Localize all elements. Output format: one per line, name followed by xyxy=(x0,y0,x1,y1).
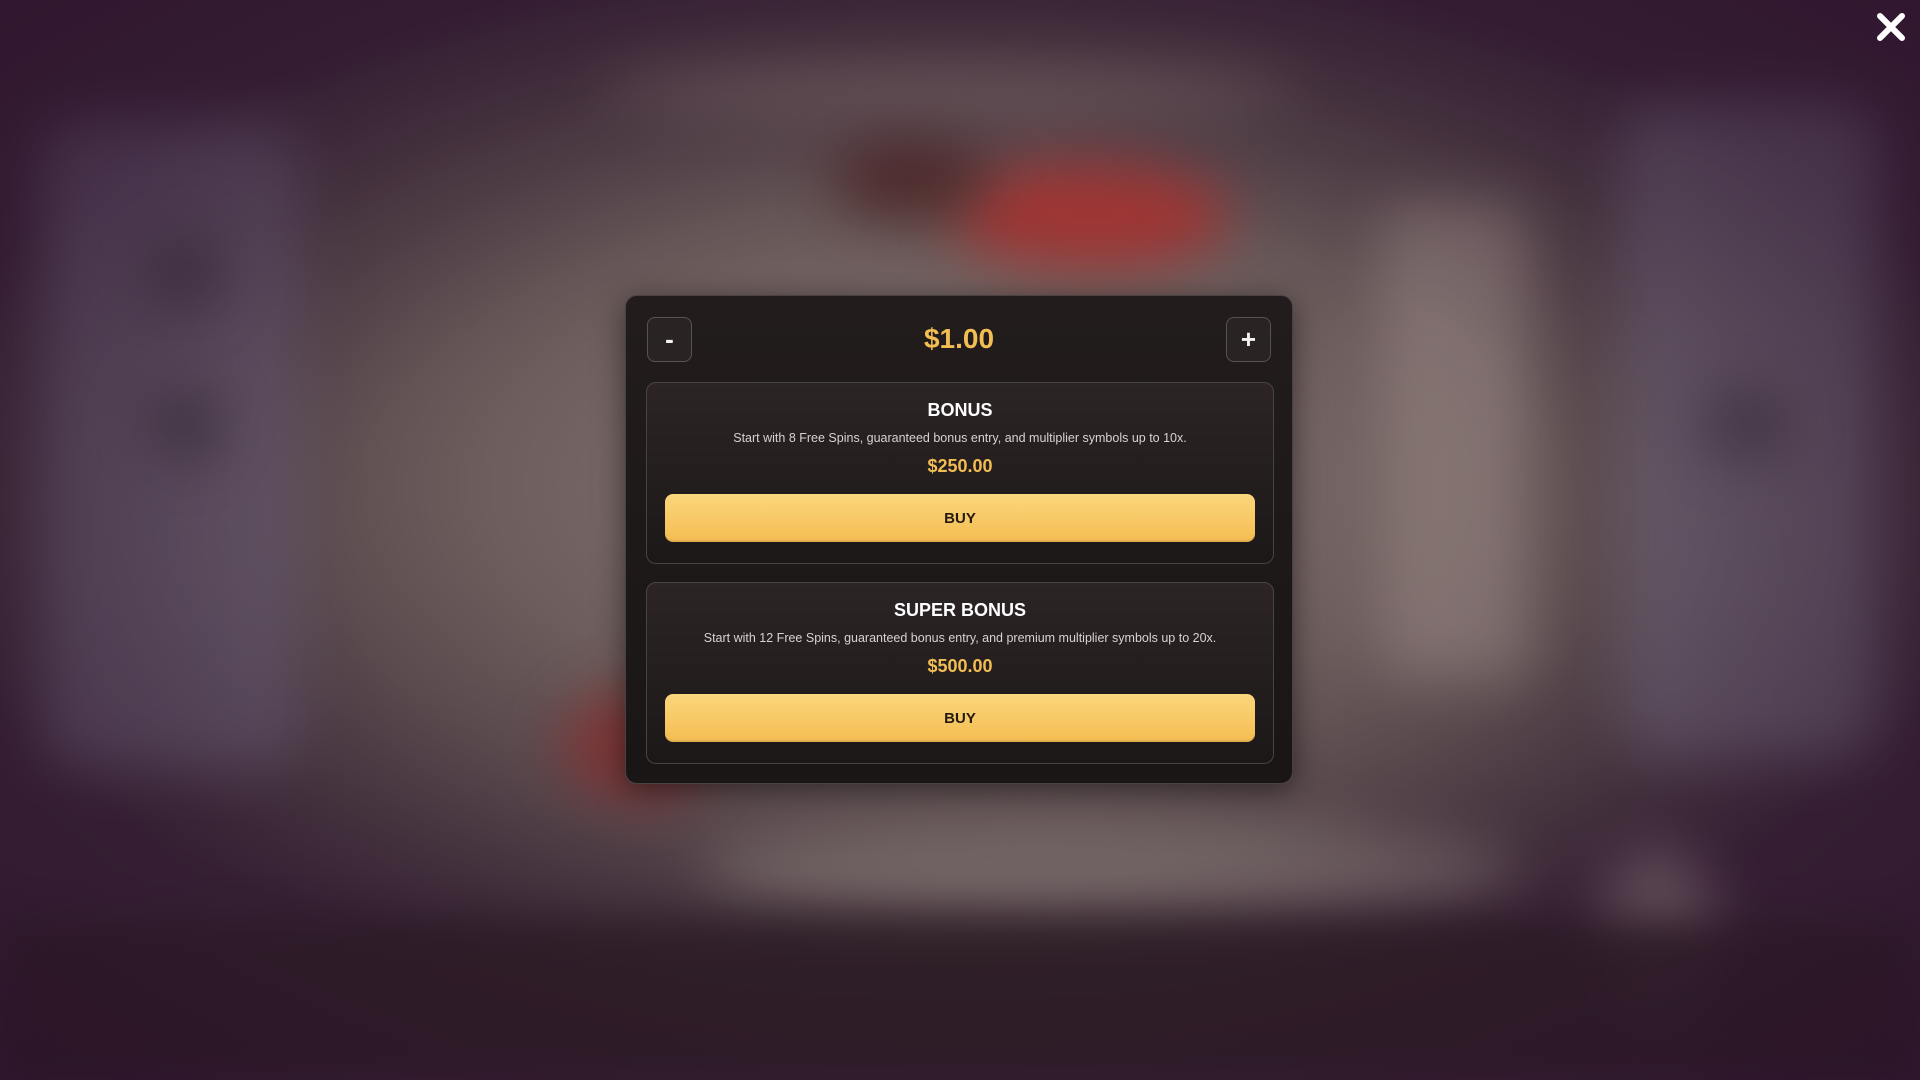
offer-description: Start with 12 Free Spins, guaranteed bon… xyxy=(703,631,1217,645)
bet-amount: $1.00 xyxy=(923,323,995,354)
buy-super-bonus-button[interactable]: BUY xyxy=(665,694,1255,742)
offer-price: $500.00 xyxy=(927,656,993,676)
offer-title: BONUS xyxy=(927,400,993,420)
buy-bonus-button[interactable]: BUY xyxy=(665,494,1255,542)
close-icon xyxy=(1877,13,1905,41)
increase-bet-button[interactable]: + xyxy=(1226,317,1271,362)
super-bonus-offer-card: SUPER BONUS Start with 12 Free Spins, gu… xyxy=(646,582,1274,764)
offer-price: $250.00 xyxy=(927,456,993,476)
bonus-buy-modal: - $1.00 + BONUS Start with 8 Free Spins,… xyxy=(625,295,1293,784)
bet-selector: - $1.00 + xyxy=(626,296,1292,386)
bonus-offer-card: BONUS Start with 8 Free Spins, guarantee… xyxy=(646,382,1274,564)
offer-description: Start with 8 Free Spins, guaranteed bonu… xyxy=(733,431,1187,445)
offer-title: SUPER BONUS xyxy=(893,600,1027,620)
close-button[interactable] xyxy=(1872,8,1910,46)
